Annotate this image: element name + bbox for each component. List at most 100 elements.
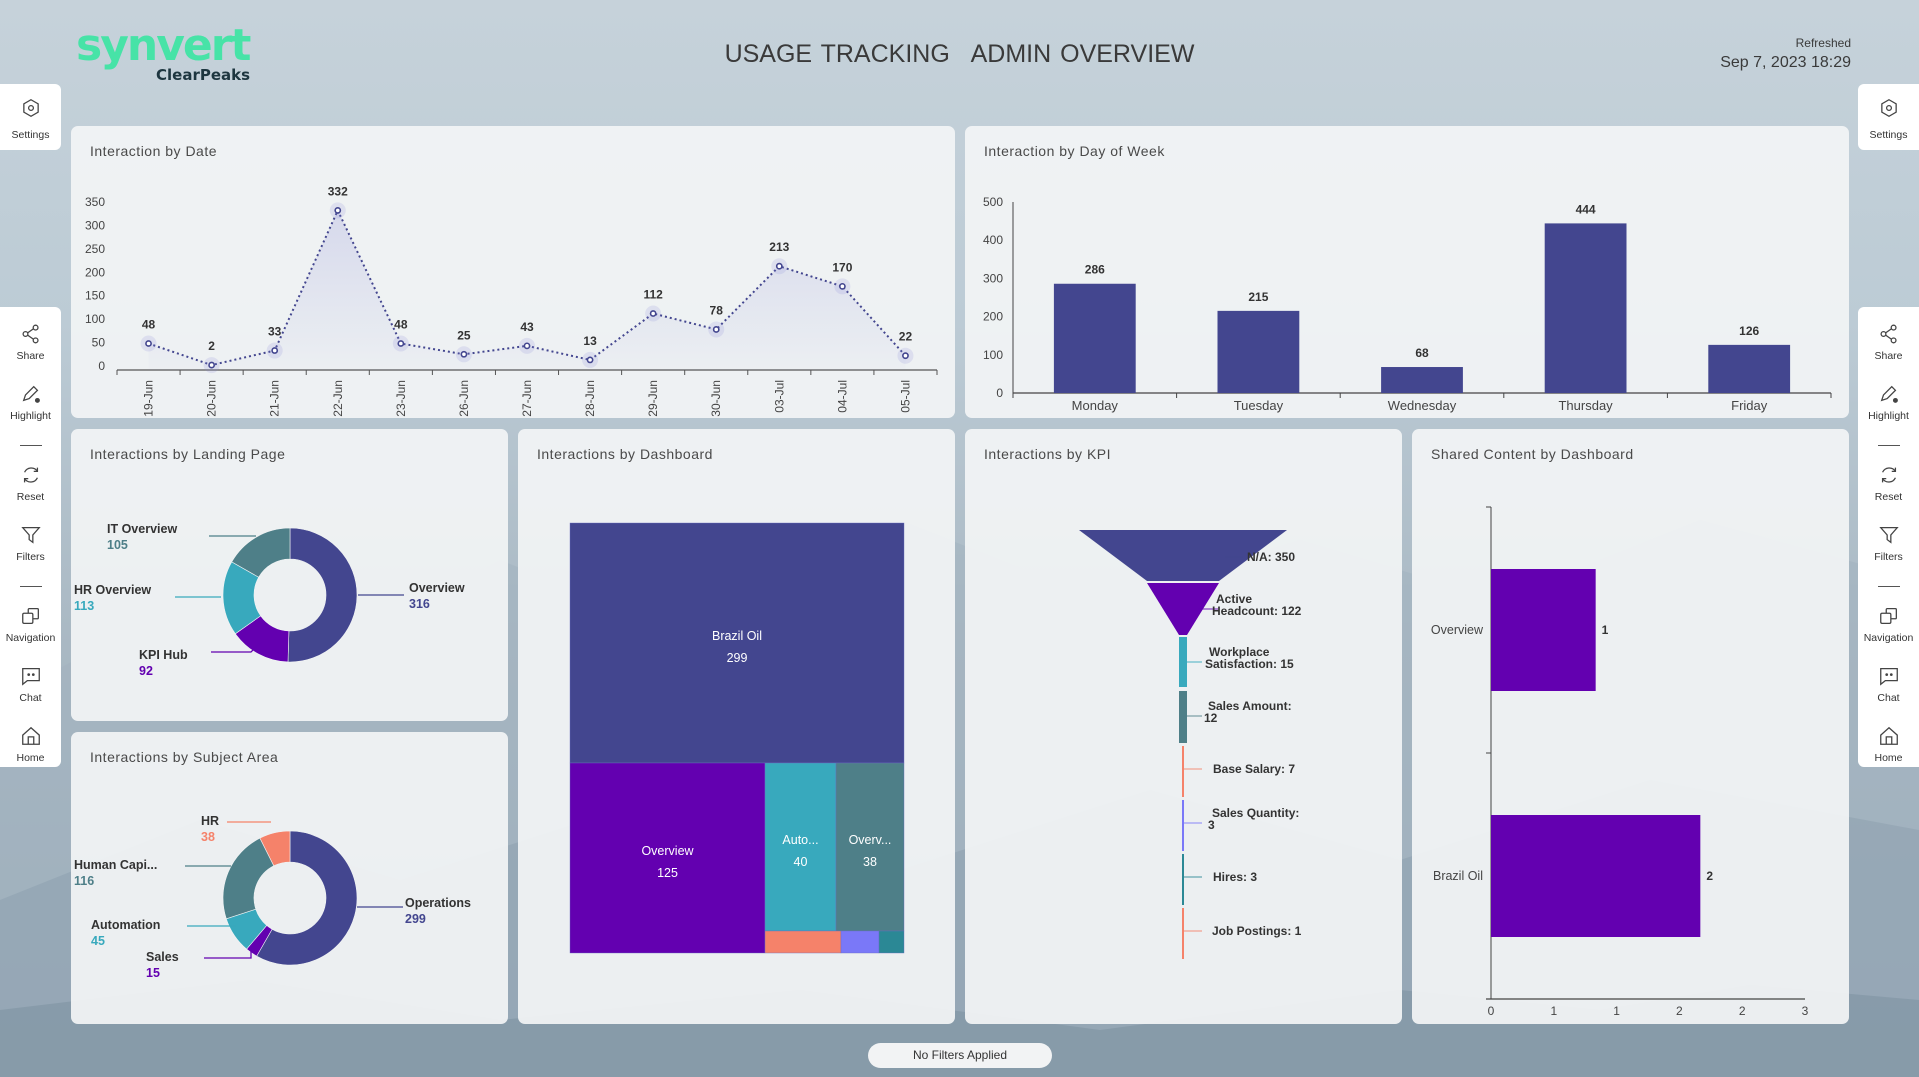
left-toolbar: Share Highlight Reset Filters Navigation… — [0, 307, 61, 767]
share-icon — [21, 324, 39, 344]
x-tick-label: 30-Jun — [709, 380, 723, 417]
filters-button[interactable]: Filters — [0, 524, 61, 584]
toolbar-divider — [1877, 586, 1900, 587]
data-point — [649, 310, 657, 317]
navigation-button[interactable]: Navigation — [0, 605, 61, 665]
navigation-icon — [1879, 608, 1897, 624]
x-tick-label: 2 — [1739, 1004, 1746, 1018]
y-tick-label: Overview — [1431, 623, 1484, 637]
treemap-cell — [764, 930, 842, 954]
slice-label: Automation — [91, 918, 160, 932]
share-button[interactable]: Share — [1858, 323, 1919, 383]
donut-chart-landing-page: Overview 316 KPI Hub 92 HR Overview 113 IT Ove… — [74, 522, 465, 678]
data-label: 170 — [832, 260, 852, 274]
y-tick-label: 0 — [996, 386, 1003, 400]
chat-icon — [1879, 668, 1898, 686]
chat-button[interactable]: Chat — [0, 665, 61, 725]
data-label: 68 — [1415, 346, 1429, 360]
navigation-button[interactable]: Navigation — [1858, 605, 1919, 665]
data-point — [145, 340, 152, 347]
data-label: 213 — [769, 240, 789, 254]
cell-value: 125 — [657, 866, 678, 880]
reset-button[interactable]: Reset — [1858, 464, 1919, 524]
settings-button-right[interactable]: Settings — [1858, 84, 1919, 150]
data-label: 286 — [1085, 263, 1105, 277]
toolbar-divider — [1877, 445, 1900, 446]
bar-chart-interaction-by-day: 0 100 200 300 400 500 286 Monday 215 Tuesday 68 Wed… — [983, 195, 1832, 413]
data-label: 2 — [208, 339, 215, 353]
cell-label: Brazil Oil — [712, 629, 762, 643]
stage-label: 3 — [1208, 818, 1215, 832]
cell-label: Auto... — [782, 833, 818, 847]
slice-value: 299 — [405, 912, 426, 926]
x-tick-label: 22-Jun — [331, 380, 345, 417]
x-tick-label: 03-Jul — [772, 380, 786, 413]
data-point — [397, 340, 405, 347]
navigation-label: Navigation — [5, 632, 56, 644]
refreshed-info: Refreshed Sep 7, 2023 18:29 — [1720, 36, 1851, 72]
data-point — [586, 356, 594, 364]
chat-label: Chat — [1877, 692, 1900, 704]
panel-interaction-by-date: Interaction by Date 0 50 100 150 200 250 300 35… — [71, 126, 955, 418]
highlight-button[interactable]: Highlight — [0, 383, 61, 443]
home-icon — [1879, 726, 1898, 745]
settings-icon — [22, 99, 39, 117]
data-point — [523, 342, 531, 350]
cell-value: 38 — [863, 855, 877, 869]
chat-button[interactable]: Chat — [1858, 665, 1919, 725]
highlight-button[interactable]: Highlight — [1858, 383, 1919, 443]
x-tick-label: Thursday — [1558, 398, 1613, 413]
slice-value: 113 — [74, 599, 94, 613]
data-label: 43 — [520, 320, 534, 334]
slice-value: 15 — [146, 966, 160, 980]
bar — [1491, 815, 1701, 937]
slice-value: 316 — [409, 597, 430, 611]
funnel-stage — [1182, 908, 1184, 959]
x-tick-label: Tuesday — [1234, 398, 1284, 413]
bar — [1053, 283, 1136, 393]
highlight-label: Highlight — [1868, 410, 1909, 422]
data-label: 215 — [1248, 290, 1268, 304]
y-tick-label: 250 — [85, 242, 105, 256]
data-label: 78 — [710, 303, 724, 317]
treemap-cell — [835, 762, 905, 932]
home-button[interactable]: Home — [0, 725, 61, 785]
data-label: 22 — [899, 330, 913, 344]
stage-label: Base Salary: 7 — [1213, 762, 1295, 776]
y-tick-label: 200 — [85, 265, 105, 279]
filter-status-pill[interactable]: No Filters Applied — [868, 1043, 1052, 1068]
cell-value: 40 — [794, 855, 808, 869]
home-button[interactable]: Home — [1858, 725, 1919, 785]
home-label: Home — [16, 752, 45, 764]
funnel-chart-interactions-by-kpi: N/A: 350ActiveHeadcount: 122WorkplaceSat… — [1079, 530, 1302, 959]
navigation-label: Navigation — [1863, 632, 1914, 644]
x-tick-label: 26-Jun — [457, 380, 471, 417]
share-label: Share — [1874, 350, 1903, 362]
settings-icon — [1880, 99, 1897, 117]
chat-label: Chat — [19, 692, 42, 704]
slice-label: Sales — [146, 950, 179, 964]
settings-button-left[interactable]: Settings — [0, 84, 61, 150]
horizontal-bar-shared-content: 1 Overview 2 Brazil Oil 0 1 1 2 2 3 — [1431, 506, 1809, 1018]
data-label: 13 — [583, 334, 597, 348]
filters-button[interactable]: Filters — [1858, 524, 1919, 584]
y-tick-label: 100 — [983, 348, 1003, 362]
bar — [1708, 344, 1791, 393]
bar — [1491, 569, 1596, 691]
x-tick-label: 28-Jun — [583, 380, 597, 417]
treemap-interactions-by-dashboard: Brazil Oil 299 Overview 125 Auto... 40 Overv..… — [569, 522, 905, 954]
filter-icon — [1878, 527, 1899, 544]
chat-icon — [21, 668, 40, 686]
treemap-cell — [840, 930, 880, 954]
share-button[interactable]: Share — [0, 323, 61, 383]
donut-chart-subject-area: Operations 299 Sales 15 Automation 45 Human Ca… — [74, 814, 471, 980]
stage-label: Sales Amount: — [1208, 699, 1292, 713]
funnel-stage — [1179, 637, 1187, 687]
reset-button[interactable]: Reset — [0, 464, 61, 524]
funnel-stage — [1182, 854, 1184, 905]
data-label: 48 — [394, 318, 408, 332]
refreshed-label: Refreshed — [1795, 36, 1851, 50]
page-title: USAGE TRACKING ADMIN OVERVIEW — [0, 40, 1919, 69]
slice-label: IT Overview — [107, 522, 177, 536]
x-tick-label: 21-Jun — [268, 380, 282, 417]
